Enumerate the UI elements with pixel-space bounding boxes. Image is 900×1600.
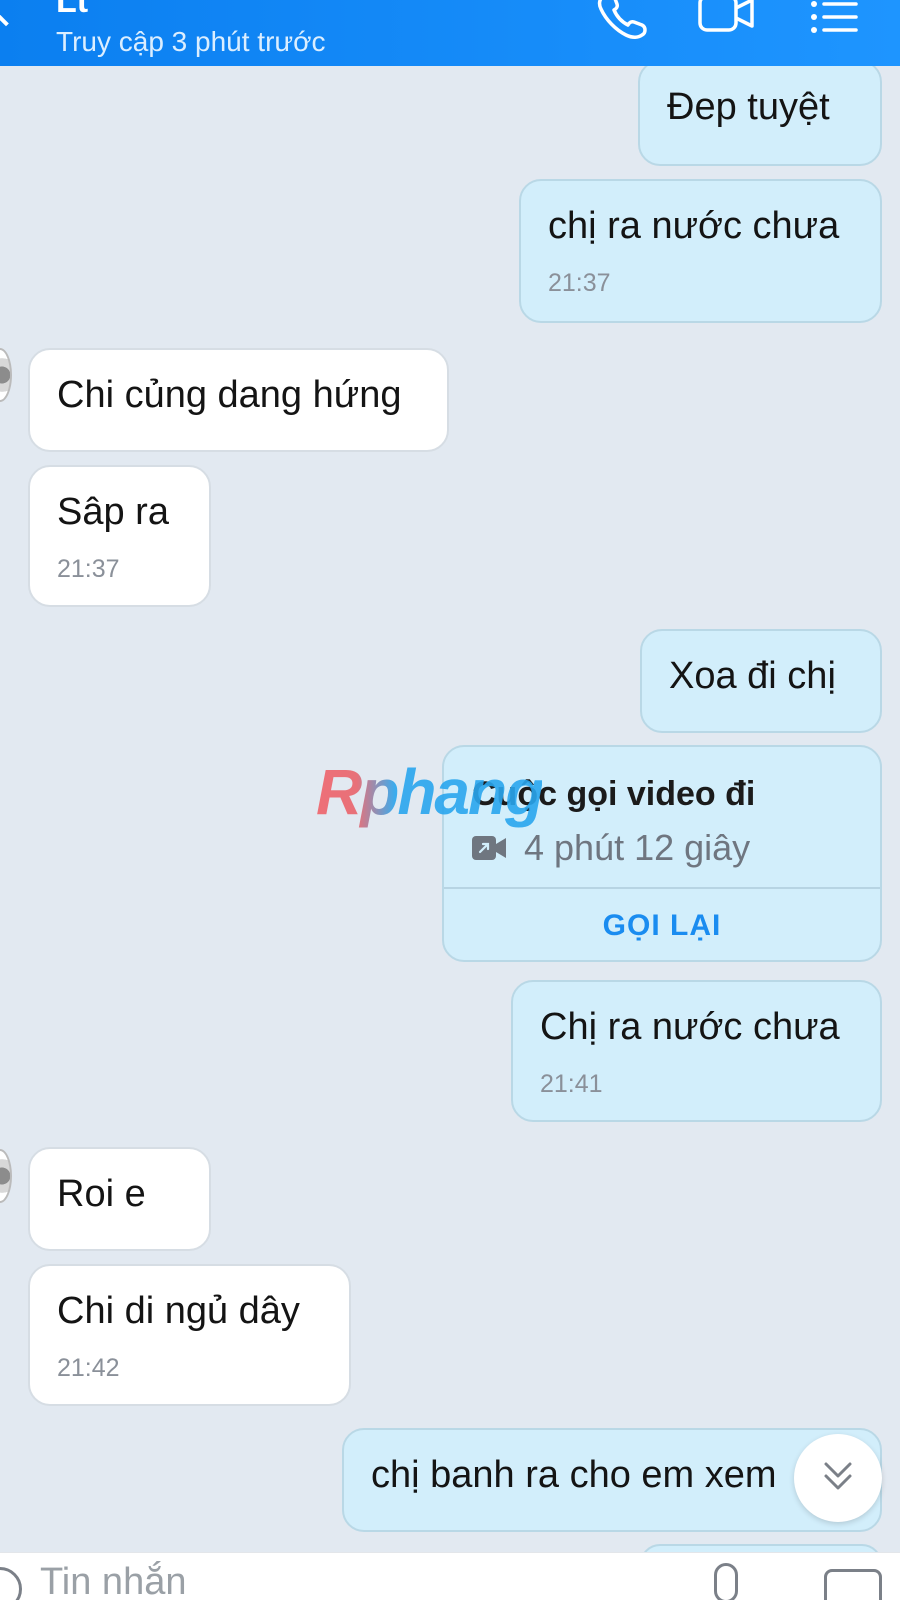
video-camera-icon — [698, 0, 754, 32]
contact-name[interactable]: Lt — [56, 0, 88, 21]
contact-avatar[interactable] — [0, 1149, 12, 1203]
scroll-to-bottom-button[interactable] — [794, 1434, 882, 1522]
message-composer: Tin nhắn — [0, 1552, 900, 1600]
message-bubble-outgoing[interactable] — [640, 1544, 882, 1552]
message-bubble-incoming[interactable]: Sâp ra 21:37 — [28, 465, 211, 607]
message-bubble-outgoing[interactable]: chị ra nước chưa 21:37 — [519, 179, 882, 323]
message-bubble-outgoing[interactable]: Xoa đi chị — [640, 629, 882, 733]
microphone-icon[interactable] — [714, 1563, 738, 1600]
message-bubble-outgoing[interactable]: Chị ra nước chưa 21:41 — [511, 980, 882, 1122]
message-text: chị banh ra cho em xem — [371, 1454, 777, 1496]
video-call-outgoing-icon — [472, 836, 506, 860]
message-bubble-incoming[interactable]: Chi di ngủ dây 21:42 — [28, 1264, 351, 1406]
video-call-button[interactable] — [696, 0, 756, 42]
message-time: 21:37 — [548, 269, 611, 297]
message-bubble-incoming[interactable]: Roi e — [28, 1147, 211, 1251]
message-text: chị ra nước chưa — [548, 205, 840, 247]
list-icon — [811, 1, 858, 33]
message-text: Sâp ra — [57, 491, 169, 533]
message-bubble-incoming[interactable]: Chi củng dang hứng — [28, 348, 449, 452]
message-text: Đep tuyệt — [667, 86, 830, 128]
emoji-icon[interactable] — [0, 1567, 22, 1600]
call-duration: 4 phút 12 giây — [524, 827, 751, 868]
phone-icon — [597, 0, 647, 39]
call-again-button[interactable]: GỌI LẠI — [444, 887, 880, 960]
message-time: 21:41 — [540, 1070, 603, 1098]
double-chevron-down-icon — [824, 1462, 852, 1490]
message-text: Roi e — [57, 1173, 146, 1215]
chat-header: Lt Truy cập 3 phút trước — [0, 0, 900, 66]
message-text: Chị ra nước chưa — [540, 1006, 840, 1048]
message-time: 21:37 — [57, 555, 120, 583]
last-seen-status: Truy cập 3 phút trước — [56, 26, 326, 57]
message-text: Chi di ngủ dây — [57, 1290, 300, 1332]
contact-avatar[interactable] — [0, 348, 12, 402]
image-icon[interactable] — [824, 1569, 882, 1600]
message-list[interactable]: Đep tuyệt chị ra nước chưa 21:37 Chi củn… — [0, 66, 900, 1552]
message-text: Chi củng dang hứng — [57, 374, 402, 416]
message-text: Xoa đi chị — [669, 655, 836, 697]
conversation-menu-button[interactable] — [808, 0, 868, 42]
back-chevron-icon[interactable] — [0, 0, 35, 27]
watermark-logo: Rphang — [316, 756, 544, 828]
message-input[interactable]: Tin nhắn — [40, 1561, 186, 1600]
message-bubble-outgoing[interactable]: Đep tuyệt — [638, 66, 882, 166]
phone-call-button[interactable] — [592, 0, 652, 42]
message-time: 21:42 — [57, 1354, 120, 1382]
